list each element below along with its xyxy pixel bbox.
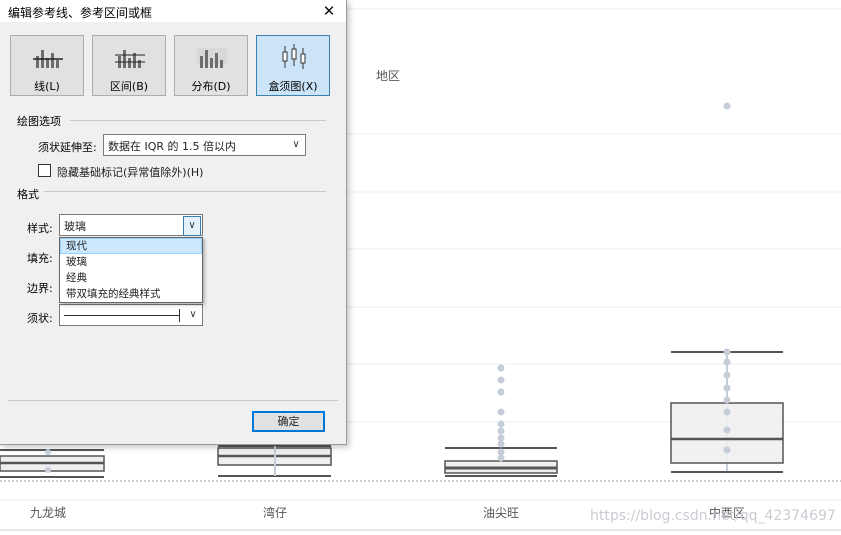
chevron-down-icon[interactable]: ∨ — [287, 135, 305, 155]
boxplot-icon — [282, 44, 306, 69]
whisker-extend-select[interactable]: 数据在 IQR 的 1.5 倍以内 ∨ — [103, 134, 306, 156]
band-type-button[interactable]: 区间(B) — [92, 35, 166, 96]
category-label: 油尖旺 — [482, 506, 520, 520]
boxplot-type-button[interactable]: 盒须图(X) — [256, 35, 330, 96]
whisker-line-sample-tick — [179, 309, 180, 322]
border-label: 边界: — [27, 282, 53, 295]
boxplot-type-label: 盒须图(X) — [268, 80, 318, 93]
close-icon[interactable]: ✕ — [318, 1, 340, 21]
style-select[interactable]: 玻璃 ∨ — [59, 214, 203, 236]
style-option[interactable]: 带双填充的经典样式 — [60, 286, 202, 302]
plot-options-heading: 绘图选项 — [17, 115, 61, 128]
line-type-label: 线(L) — [34, 80, 60, 93]
format-heading: 格式 — [17, 188, 39, 201]
category-label: 湾仔 — [262, 506, 288, 520]
hide-marks-label[interactable]: 隐藏基础标记(异常值除外)(H) — [57, 164, 203, 180]
distribution-type-label: 分布(D) — [191, 80, 231, 93]
box-yau-tsim-mong — [444, 364, 558, 477]
whisker-label: 须状: — [27, 312, 53, 325]
hide-marks-checkbox[interactable] — [38, 164, 51, 177]
band-type-label: 区间(B) — [109, 80, 149, 93]
style-value: 玻璃 — [64, 220, 86, 233]
distribution-type-button[interactable]: 分布(D) — [174, 35, 248, 96]
line-type-button[interactable]: 线(L) — [10, 35, 84, 96]
style-option[interactable]: 现代 — [60, 238, 202, 254]
style-dropdown-list[interactable]: 现代 玻璃 经典 带双填充的经典样式 — [59, 237, 203, 303]
style-label: 样式: — [27, 222, 53, 235]
axis-title: 地区 — [376, 69, 401, 83]
divider — [8, 400, 338, 401]
dialog-title: 编辑参考线、参考区间或框 — [8, 6, 153, 20]
style-option[interactable]: 玻璃 — [60, 254, 202, 270]
edit-reference-dialog: 编辑参考线、参考区间或框 ✕ 线(L) 区间(B) 分布(D) 盒须图(X) 绘… — [0, 0, 347, 445]
dialog-titlebar[interactable]: 编辑参考线、参考区间或框 ✕ — [0, 0, 346, 22]
fill-label: 填充: — [27, 252, 53, 265]
box-central-western — [670, 102, 784, 473]
box-kowloon-city — [0, 449, 105, 478]
box-wan-chai — [217, 445, 332, 477]
style-option[interactable]: 经典 — [60, 270, 202, 286]
distribution-bars-icon — [197, 48, 227, 68]
divider — [44, 191, 326, 192]
chevron-down-icon[interactable]: ∨ — [183, 216, 201, 236]
whisker-line-sample — [64, 315, 180, 316]
band-bars-icon — [115, 50, 145, 68]
chevron-down-icon[interactable]: ∨ — [184, 305, 202, 325]
divider — [70, 120, 326, 121]
whisker-extend-value: 数据在 IQR 的 1.5 倍以内 — [108, 140, 237, 153]
line-bars-icon — [33, 50, 63, 68]
watermark: https://blog.csdn.net/qq_42374697 — [590, 508, 836, 524]
category-label: 九龙城 — [29, 506, 67, 520]
whisker-extend-label: 须状延伸至: — [38, 141, 97, 154]
ok-button[interactable]: 确定 — [252, 411, 325, 432]
